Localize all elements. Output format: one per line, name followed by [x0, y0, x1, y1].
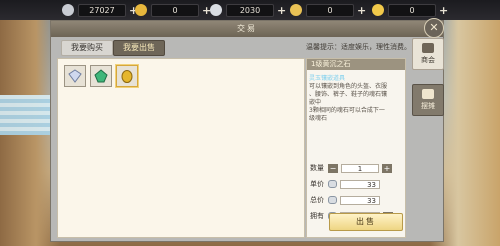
silver-ingot-icon — [62, 4, 74, 16]
desc-line: 、腰饰、裤子、鞋子的魂石镶 — [309, 91, 388, 98]
currency-amount: 2030 — [226, 3, 274, 17]
dialog-titlebar: 交易 — [51, 21, 443, 37]
item-name: 1级黄沉之石 — [307, 59, 405, 70]
side-tab-shop[interactable]: 商会 — [412, 38, 444, 70]
desc-line: 3颗相同的魂石可以合成下一 — [309, 107, 385, 114]
sell-button[interactable]: 出售 — [329, 213, 403, 231]
side-tab-label: 摆摊 — [421, 102, 435, 110]
currency-bar: 27027 + 0 + 2030 + 0 + 0 + — [0, 0, 500, 20]
side-tab-stall[interactable]: 摆摊 — [412, 84, 444, 116]
diamond-gem-icon — [68, 69, 82, 83]
quantity-row: 数量 − 1 + — [310, 163, 402, 173]
tab-buy[interactable]: 我要购买 — [61, 40, 113, 56]
silver-coin-icon — [328, 180, 337, 188]
item-tag: 灵玉镶嵌道具 — [309, 75, 346, 82]
gold-coin-icon — [372, 4, 384, 16]
gold-ingot-icon — [135, 4, 147, 16]
currency-silver: 27027 + — [62, 3, 138, 17]
desc-line: 级魂石 — [309, 115, 328, 122]
desc-line: 嵌中 — [309, 99, 322, 106]
side-tab-label: 商会 — [421, 56, 435, 64]
silver-coin-icon — [328, 196, 337, 204]
plus-button[interactable]: + — [382, 163, 392, 173]
stall-icon — [422, 89, 434, 99]
inventory-slot[interactable] — [90, 65, 112, 87]
inventory-slot-selected[interactable] — [116, 65, 138, 87]
yellow-stone-icon — [121, 70, 133, 83]
minus-button[interactable]: − — [328, 163, 338, 173]
trade-dialog: 交易 ✕ 我要购买 我要出售 温馨提示：适度娱乐，理性消费。 1级黄沉之石 灵玉… — [50, 18, 444, 242]
quantity-label: 数量 — [310, 164, 324, 172]
silver-bar-icon — [210, 4, 222, 16]
owned-label: 拥有 — [310, 212, 324, 220]
unit-price-row: 单价 33 — [310, 179, 402, 189]
add-currency-button[interactable]: + — [439, 5, 448, 16]
side-tabs: 商会 摆摊 — [412, 38, 444, 208]
currency-amount: 0 — [306, 3, 354, 17]
inventory-grid — [57, 58, 305, 238]
currency-gold-bar: 0 + — [290, 3, 366, 17]
gold-bar-icon — [290, 4, 302, 16]
currency-gold: 0 + — [135, 3, 211, 17]
currency-amount: 27027 — [78, 3, 126, 17]
shop-icon — [422, 43, 434, 53]
currency-amount: 0 — [388, 3, 436, 17]
green-gem-icon — [94, 69, 108, 83]
quantity-stepper[interactable]: 1 — [341, 163, 379, 173]
add-currency-button[interactable]: + — [277, 5, 286, 16]
currency-silver-bar: 2030 + — [210, 3, 286, 17]
item-detail-panel: 1级黄沉之石 灵玉镶嵌道具 可以镶嵌到角色的头盔、衣服 、腰饰、裤子、鞋子的魂石… — [306, 58, 406, 238]
currency-amount: 0 — [151, 3, 199, 17]
total-price-row: 总价 33 — [310, 195, 402, 205]
dialog-title: 交易 — [237, 24, 257, 33]
unit-price-value: 33 — [340, 179, 380, 189]
currency-gold-coin: 0 + — [372, 3, 448, 17]
total-price-label: 总价 — [310, 196, 324, 204]
notice-text: 温馨提示：适度娱乐，理性消费。 — [306, 43, 411, 51]
total-price-value: 33 — [340, 195, 380, 205]
unit-price-label: 单价 — [310, 180, 324, 188]
add-currency-button[interactable]: + — [357, 5, 366, 16]
inventory-slot[interactable] — [64, 65, 86, 87]
desc-line: 可以镶嵌到角色的头盔、衣服 — [309, 83, 388, 90]
close-button[interactable]: ✕ — [424, 18, 444, 38]
tab-sell[interactable]: 我要出售 — [113, 40, 165, 56]
item-description: 可以镶嵌到角色的头盔、衣服 、腰饰、裤子、鞋子的魂石镶 嵌中 3颗相同的魂石可以… — [309, 83, 403, 123]
